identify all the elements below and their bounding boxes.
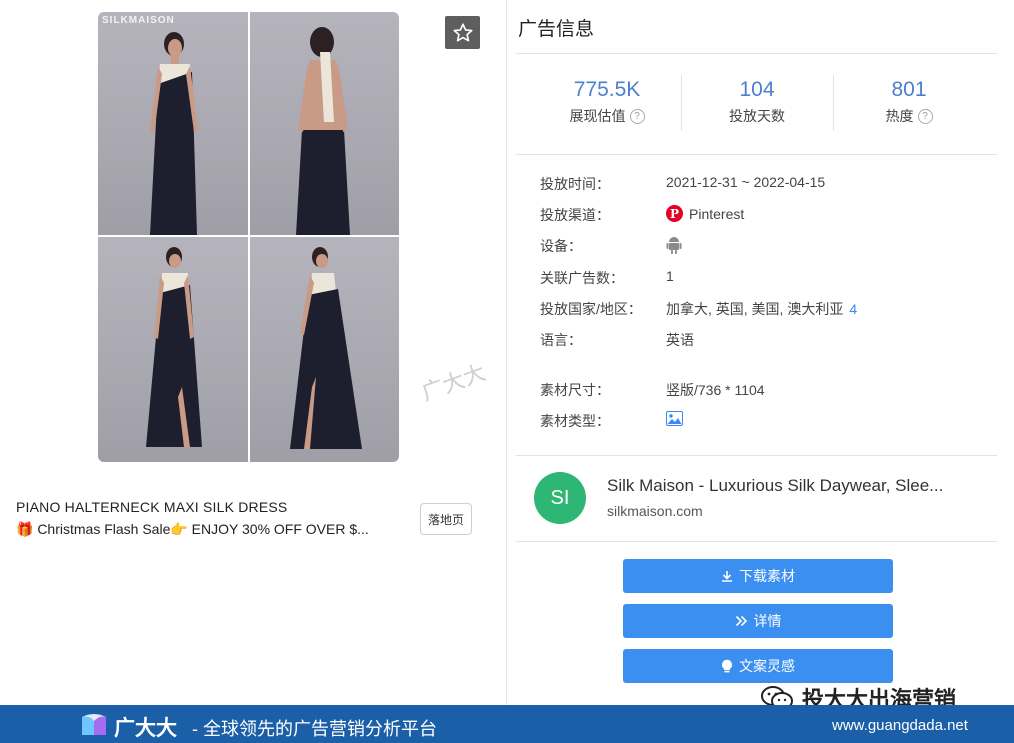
android-icon bbox=[666, 237, 682, 254]
stat-value: 801 bbox=[891, 78, 927, 101]
divider bbox=[516, 455, 997, 456]
detail-value: 2021-12-31 ~ 2022-04-15 bbox=[666, 174, 826, 190]
product-photo-back bbox=[250, 12, 399, 235]
landing-page-button[interactable]: 落地页 bbox=[420, 503, 472, 535]
ad-title: PIANO HALTERNECK MAXI SILK DRESS bbox=[16, 499, 288, 515]
model-figure bbox=[296, 27, 350, 235]
detail-key: 投放时间： bbox=[540, 176, 610, 192]
product-photo-full-front bbox=[98, 237, 248, 462]
model-figure bbox=[146, 247, 202, 447]
help-icon[interactable]: ? bbox=[629, 108, 645, 124]
advertiser-domain[interactable]: silkmaison.com bbox=[607, 503, 703, 519]
favorite-button[interactable] bbox=[445, 16, 480, 49]
download-creative-button[interactable]: 下载素材 bbox=[623, 559, 893, 593]
help-icon[interactable]: ? bbox=[917, 108, 933, 124]
stat-value: 775.5K bbox=[573, 78, 641, 101]
stat-label: 热度 bbox=[885, 108, 914, 124]
footer-banner: 广大大 - 全球领先的广告营销分析平台 www.guangdada.net bbox=[0, 705, 1014, 743]
detail-value: 竖版/736 * 1104 bbox=[666, 382, 765, 398]
product-photo-front: SILKMAISON bbox=[98, 12, 248, 235]
star-outline-icon bbox=[452, 22, 473, 42]
banner-brand: 广大大 bbox=[114, 717, 177, 740]
product-photo-side bbox=[250, 237, 399, 462]
stat-label: 展现估值 bbox=[569, 108, 626, 124]
pinterest-icon: P bbox=[666, 205, 683, 222]
model-figure bbox=[150, 32, 198, 235]
detail-value: 英语 bbox=[666, 332, 694, 348]
image-icon bbox=[666, 411, 683, 426]
stat-impressions: 775.5K 展现估值 ? bbox=[532, 78, 682, 126]
detail-value: 1 bbox=[666, 268, 674, 284]
advertiser-name[interactable]: Silk Maison - Luxurious Silk Daywear, Sl… bbox=[607, 476, 982, 496]
banner-slogan: - 全球领先的广告营销分析平台 bbox=[192, 719, 437, 739]
ad-text: 🎁 Christmas Flash Sale👉 ENJOY 30% OFF OV… bbox=[16, 521, 369, 537]
stat-value: 104 bbox=[739, 78, 775, 101]
detail-button[interactable]: 详情 bbox=[623, 604, 893, 638]
detail-key: 关联广告数： bbox=[540, 270, 624, 286]
watermark: 广大大 bbox=[418, 360, 490, 407]
divider bbox=[516, 154, 997, 155]
button-label: 下载素材 bbox=[739, 568, 795, 584]
download-icon bbox=[722, 571, 732, 582]
panel-title: 广告信息 bbox=[518, 19, 595, 40]
stat-days: 104 投放天数 bbox=[682, 78, 832, 126]
guangdada-logo-icon bbox=[82, 714, 106, 735]
detail-key: 设备： bbox=[540, 238, 582, 254]
region-more-link[interactable]: 4 bbox=[849, 301, 857, 317]
stat-heat: 801 热度 ? bbox=[834, 78, 984, 126]
vertical-divider bbox=[506, 0, 507, 705]
stat-label: 投放天数 bbox=[729, 108, 785, 124]
copy-inspiration-button[interactable]: 文案灵感 bbox=[623, 649, 893, 683]
banner-url[interactable]: www.guangdada.net bbox=[832, 717, 968, 734]
detail-key: 投放国家/地区： bbox=[540, 301, 642, 317]
detail-key: 素材类型： bbox=[540, 413, 610, 429]
double-chevron-right-icon bbox=[735, 615, 747, 627]
divider bbox=[516, 53, 997, 54]
advertiser-avatar[interactable]: SI bbox=[534, 472, 586, 524]
detail-key: 素材尺寸： bbox=[540, 382, 610, 398]
creative-area: SILKMAISON 广大大 PIANO HALTERNECK MAXI SIL… bbox=[0, 0, 506, 705]
divider bbox=[516, 541, 997, 542]
model-figure bbox=[290, 247, 362, 449]
detail-key: 语言： bbox=[540, 332, 582, 348]
detail-value: 加拿大, 英国, 美国, 澳大利亚 bbox=[666, 301, 844, 317]
detail-key: 投放渠道： bbox=[540, 207, 610, 223]
detail-value: Pinterest bbox=[689, 205, 745, 222]
button-label: 文案灵感 bbox=[739, 658, 795, 674]
button-label: 详情 bbox=[753, 613, 782, 629]
creative-image-grid[interactable]: SILKMAISON bbox=[98, 12, 399, 462]
lightbulb-icon bbox=[722, 659, 732, 673]
